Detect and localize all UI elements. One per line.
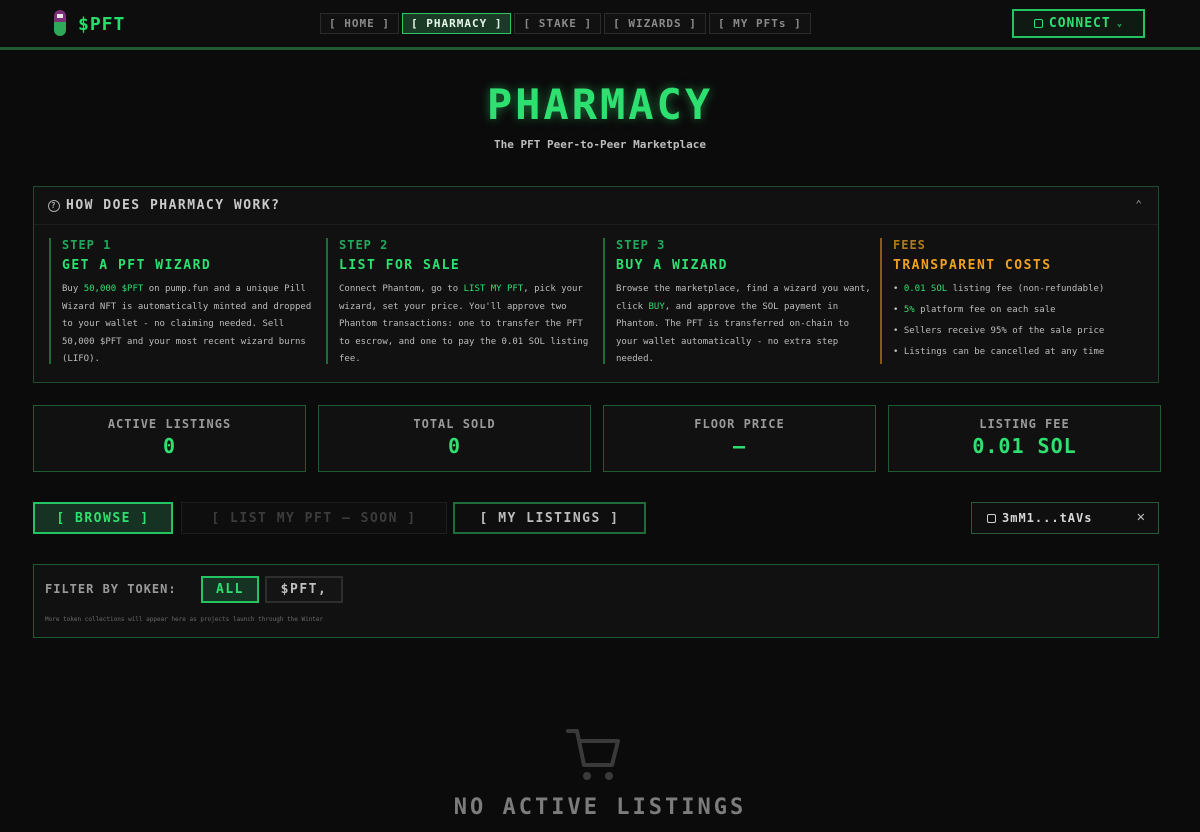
question-icon: ? (48, 199, 60, 212)
close-icon[interactable]: ✕ (1137, 509, 1146, 525)
stat-label: LISTING FEE (979, 417, 1070, 431)
stat-floor-price: FLOOR PRICE — (603, 405, 876, 472)
filter-chip-pft[interactable]: $PFT, (265, 576, 343, 603)
filter-label: FILTER BY TOKEN: (45, 582, 177, 596)
stat-label: ACTIVE LISTINGS (107, 417, 232, 431)
fees-title: TRANSPARENT COSTS (893, 258, 1052, 273)
fee-item: • Listings can be cancelled at any time (893, 347, 1105, 357)
step-number: STEP 2 (339, 238, 389, 252)
stat-value: — (732, 434, 747, 458)
step-body: Connect Phantom, go to LIST MY PFT, pick… (339, 284, 589, 364)
connect-button[interactable]: CONNECT ⌄ (1012, 9, 1145, 38)
stat-listing-fee: LISTING FEE 0.01 SOL (888, 405, 1161, 472)
fee-item: • 5% platform fee on each sale (893, 305, 1056, 315)
step-title: LIST FOR SALE (339, 258, 461, 273)
pill-wizard-icon (52, 10, 68, 38)
how-it-works-header[interactable]: ? HOW DOES PHARMACY WORK? (34, 187, 1158, 225)
stat-active-listings: ACTIVE LISTINGS 0 (33, 405, 306, 472)
wallet-address-chip[interactable]: 3mM1...tAVs ✕ (971, 502, 1159, 534)
fee-item: • 0.01 SOL listing fee (non-refundable) (893, 284, 1105, 294)
main-nav: [ HOME ] [ PHARMACY ] [ STAKE ] [ WIZARD… (320, 13, 811, 34)
nav-my-pfts[interactable]: [ MY PFTs ] (708, 13, 811, 34)
top-header: $PFT [ HOME ] [ PHARMACY ] [ STAKE ] [ W… (0, 0, 1200, 50)
wallet-icon (1033, 19, 1043, 28)
empty-state-text: NO ACTIVE LISTINGS (453, 795, 747, 820)
nav-home[interactable]: [ HOME ] (320, 13, 399, 34)
fees-label: FEES (893, 238, 926, 252)
stat-label: TOTAL SOLD (413, 417, 496, 431)
stat-label: FLOOR PRICE (694, 417, 785, 431)
brand-name: $PFT (78, 13, 126, 35)
step-card: STEP 3 BUY A WIZARD Browse the marketpla… (603, 238, 880, 364)
tab-list-my-pft: [ LIST MY PFT — SOON ] (181, 502, 447, 534)
fees-card: FEES TRANSPARENT COSTS • 0.01 SOL listin… (880, 238, 1157, 364)
step-card: STEP 1 GET A PFT WIZARD Buy 50,000 $PFT … (49, 238, 326, 364)
step-number: STEP 3 (616, 238, 666, 252)
token-filter-panel: FILTER BY TOKEN: ALL $PFT, More token co… (33, 564, 1159, 638)
chevron-up-icon[interactable]: ⌃ (1135, 198, 1142, 211)
stat-value: 0 (447, 434, 462, 458)
filter-chip-all[interactable]: ALL (201, 576, 259, 603)
step-card: STEP 2 LIST FOR SALE Connect Phantom, go… (326, 238, 603, 364)
tab-my-listings[interactable]: [ MY LISTINGS ] (453, 502, 646, 534)
wallet-icon (987, 513, 996, 523)
brand-logo[interactable]: $PFT (52, 10, 125, 38)
nav-stake[interactable]: [ STAKE ] (514, 13, 602, 34)
steps-row: STEP 1 GET A PFT WIZARD Buy 50,000 $PFT … (49, 238, 1157, 364)
step-title: GET A PFT WIZARD (62, 258, 212, 273)
connect-label: CONNECT (1048, 16, 1111, 31)
how-it-works-heading: HOW DOES PHARMACY WORK? (66, 198, 281, 213)
how-it-works-panel: ? HOW DOES PHARMACY WORK? ⌃ STEP 1 GET A… (33, 186, 1159, 383)
tab-browse[interactable]: [ BROWSE ] (33, 502, 173, 534)
page-subtitle: The PFT Peer-to-Peer Marketplace (494, 138, 706, 151)
step-body: Buy 50,000 $PFT on pump.fun and a unique… (62, 284, 312, 364)
stats-row: ACTIVE LISTINGS 0 TOTAL SOLD 0 FLOOR PRI… (33, 405, 1161, 472)
nav-wizards[interactable]: [ WIZARDS ] (604, 13, 706, 34)
chevron-down-icon: ⌄ (1116, 18, 1124, 29)
nav-pharmacy[interactable]: [ PHARMACY ] (401, 13, 512, 34)
fee-item: • Sellers receive 95% of the sale price (893, 326, 1105, 336)
step-number: STEP 1 (62, 238, 112, 252)
stat-value: 0 (162, 434, 177, 458)
fees-list: • 0.01 SOL listing fee (non-refundable) … (893, 281, 1157, 365)
wallet-address: 3mM1...tAVs (1002, 511, 1093, 525)
cart-icon (565, 725, 623, 789)
stat-value: 0.01 SOL (972, 434, 1077, 458)
page-title: PHARMACY (486, 80, 714, 129)
step-title: BUY A WIZARD (616, 258, 728, 273)
step-body: Browse the marketplace, find a wizard yo… (616, 284, 871, 364)
filter-note: More token collections will appear here … (45, 616, 324, 623)
stat-total-sold: TOTAL SOLD 0 (318, 405, 591, 472)
